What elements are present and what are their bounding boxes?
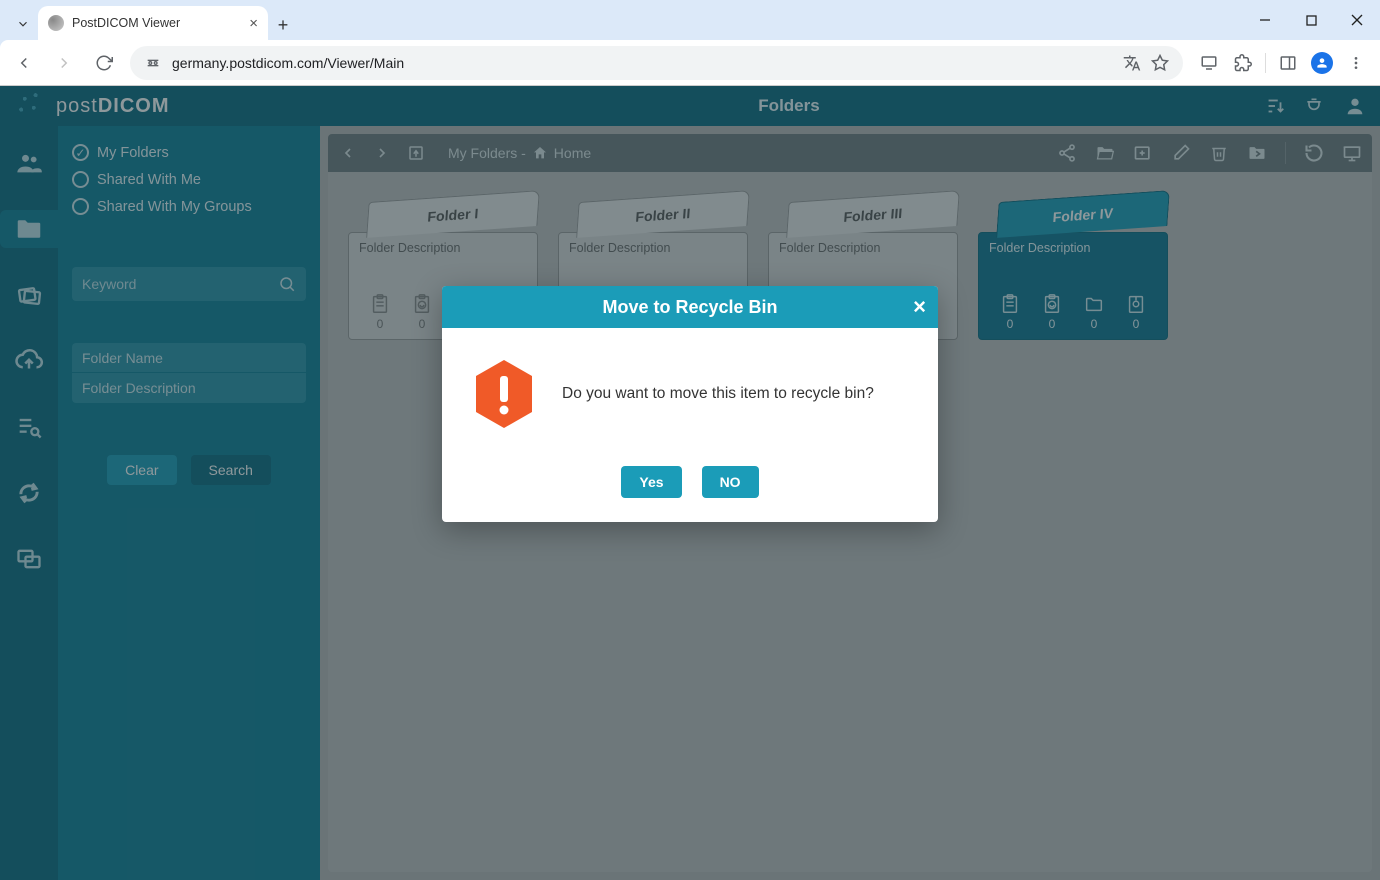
url-field[interactable]: germany.postdicom.com/Viewer/Main xyxy=(130,46,1183,80)
modal-close-icon[interactable]: × xyxy=(913,294,926,320)
browser-tab[interactable]: PostDICOM Viewer × xyxy=(38,6,268,40)
site-info-icon[interactable] xyxy=(144,54,162,72)
tab-title: PostDICOM Viewer xyxy=(72,16,241,30)
extensions-icon[interactable] xyxy=(1229,49,1257,77)
modal-message: Do you want to move this item to recycle… xyxy=(562,385,874,403)
window-controls xyxy=(1242,0,1380,40)
url-text: germany.postdicom.com/Viewer/Main xyxy=(172,55,1113,71)
chrome-menu-icon[interactable] xyxy=(1342,49,1370,77)
forward-button[interactable] xyxy=(50,49,78,77)
sidepanel-icon[interactable] xyxy=(1274,49,1302,77)
translate-icon[interactable] xyxy=(1123,54,1141,72)
browser-chrome: PostDICOM Viewer × + germany.postdicom.c… xyxy=(0,0,1380,86)
bookmark-icon[interactable] xyxy=(1151,54,1169,72)
app-body: My Folders Shared With Me Shared With My… xyxy=(0,126,1380,880)
confirm-modal: Move to Recycle Bin × Do you want to mov… xyxy=(442,286,938,522)
app: postDICOM Folders My Folders Shared With… xyxy=(0,86,1380,880)
favicon xyxy=(48,15,64,31)
desktop-icon[interactable] xyxy=(1195,49,1223,77)
modal-footer: Yes NO xyxy=(442,450,938,522)
modal-overlay: Move to Recycle Bin × Do you want to mov… xyxy=(0,86,1380,880)
modal-no-button[interactable]: NO xyxy=(702,466,759,498)
close-window-button[interactable] xyxy=(1334,0,1380,40)
maximize-button[interactable] xyxy=(1288,0,1334,40)
chrome-right-icons xyxy=(1195,49,1370,77)
modal-yes-button[interactable]: Yes xyxy=(621,466,681,498)
modal-title: Move to Recycle Bin xyxy=(602,297,777,318)
address-bar: germany.postdicom.com/Viewer/Main xyxy=(0,40,1380,85)
modal-body: Do you want to move this item to recycle… xyxy=(442,328,938,450)
warning-icon xyxy=(472,358,536,430)
tab-list-dropdown[interactable] xyxy=(8,8,38,40)
profile-button[interactable] xyxy=(1308,49,1336,77)
modal-header: Move to Recycle Bin × xyxy=(442,286,938,328)
new-tab-button[interactable]: + xyxy=(268,10,298,40)
minimize-button[interactable] xyxy=(1242,0,1288,40)
tab-close-icon[interactable]: × xyxy=(249,15,258,32)
tab-bar: PostDICOM Viewer × + xyxy=(0,0,1380,40)
back-button[interactable] xyxy=(10,49,38,77)
reload-button[interactable] xyxy=(90,49,118,77)
